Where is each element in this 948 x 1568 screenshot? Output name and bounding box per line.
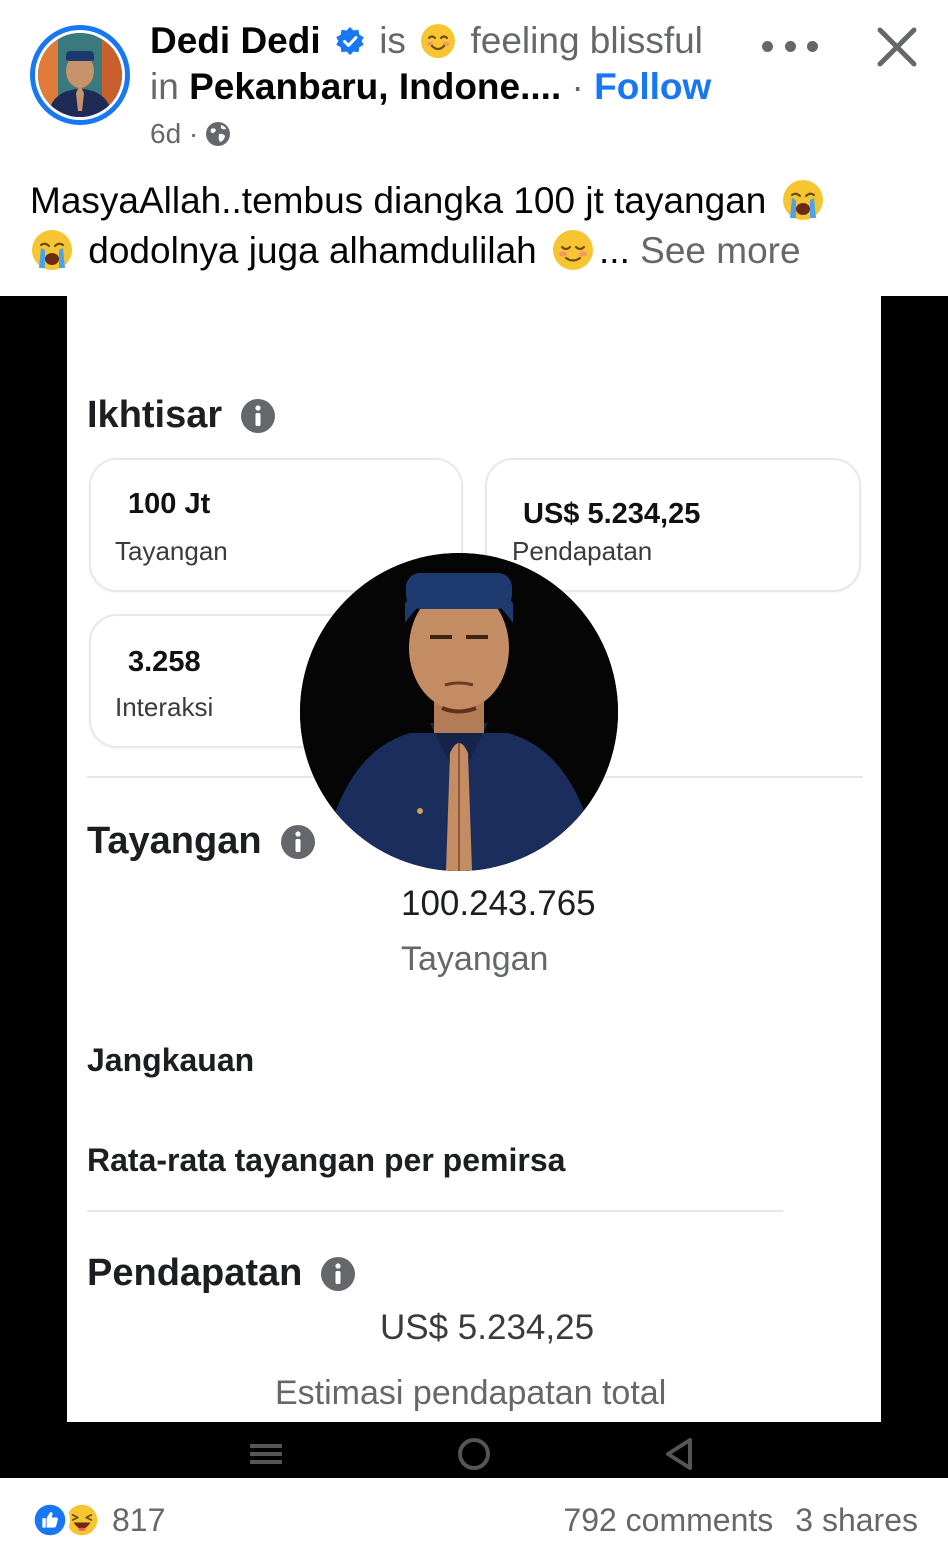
profile-photo-overlay [300,553,618,871]
author-line: Dedi Dedi is feeling blissful [150,18,703,64]
earnings-title-text: Pendapatan [87,1252,303,1294]
like-reaction-icon [30,1500,70,1540]
info-icon [241,398,276,433]
back-icon [666,1438,692,1470]
post-meta: 6d · [150,118,232,150]
see-more-link[interactable]: See more [640,230,800,271]
earnings-card-value: US$ 5.234,25 [523,498,701,530]
earnings-total: US$ 5.234,25 [380,1308,595,1347]
engagement-counts: 792 comments 3 shares [563,1502,918,1539]
caption-text-2: dodolnya juga alhamdulilah [88,230,537,271]
views-total: 100.243.765 [401,884,596,923]
in-text: in [150,66,179,107]
views-card-value: 100 Jt [128,488,211,520]
relieved-emoji-icon [553,230,594,270]
reactions-summary[interactable]: 817 [30,1500,165,1540]
earnings-section-title: Pendapatan [87,1252,356,1295]
earnings-card: US$ 5.234,25 Pendapatan [485,458,861,592]
overview-title-text: Ikhtisar [87,394,223,436]
interactions-card-value: 3.258 [128,646,201,678]
avg-views-label: Rata-rata tayangan per pemirsa [87,1142,566,1178]
feeling-text: feeling blissful [470,20,703,61]
separator-dot: · [571,66,584,107]
home-icon [458,1438,490,1470]
more-options-icon[interactable] [762,26,818,66]
info-icon [321,1256,356,1291]
post-header: Dedi Dedi is feeling blissful in Pekanba… [0,0,948,160]
interactions-card-label: Interaksi [115,692,214,722]
crying-emoji-icon [32,230,72,270]
blissful-emoji-icon [421,24,456,58]
caption-text-1: MasyaAllah..tembus diangka 100 jt tayang… [30,180,767,221]
views-section-title: Tayangan [87,820,316,863]
post-media[interactable]: Ikhtisar 100 Jt Tayangan US$ 5.234,25 Pe… [0,296,948,1478]
overview-title: Ikhtisar [87,394,276,437]
location-link[interactable]: Pekanbaru, Indone.... [189,66,561,107]
earnings-card-label: Pendapatan [512,536,653,566]
verified-badge-icon [336,27,364,55]
reach-label: Jangkauan [87,1042,255,1078]
crying-emoji-icon [782,180,823,220]
is-text: is [379,20,406,61]
views-total-label: Tayangan [401,940,549,978]
earnings-total-label: Estimasi pendapatan total [275,1374,667,1412]
author-avatar[interactable] [30,25,130,125]
info-icon [280,824,315,859]
caption-line-1: MasyaAllah..tembus diangka 100 jt tayang… [30,176,930,226]
reaction-count: 817 [112,1501,166,1538]
comments-count-link[interactable]: 792 comments [563,1502,773,1538]
caption-ellipsis: ... [599,230,630,271]
divider [87,1210,783,1212]
post-time[interactable]: 6d · [150,118,198,150]
recent-apps-icon [250,1444,282,1464]
shares-count-link[interactable]: 3 shares [795,1502,918,1538]
android-navbar [0,1422,948,1478]
caption-line-2: dodolnya juga alhamdulilah ... See more [30,226,930,276]
views-title-text: Tayangan [87,820,262,862]
close-icon[interactable] [872,22,922,72]
follow-button[interactable]: Follow [594,66,711,107]
globe-icon [206,122,231,146]
post-footer: 817 792 comments 3 shares [0,1478,948,1568]
post-caption: MasyaAllah..tembus diangka 100 jt tayang… [30,176,930,276]
author-name[interactable]: Dedi Dedi [150,20,321,61]
location-line: in Pekanbaru, Indone.... · Follow [150,64,711,110]
views-card-label: Tayangan [115,536,228,566]
